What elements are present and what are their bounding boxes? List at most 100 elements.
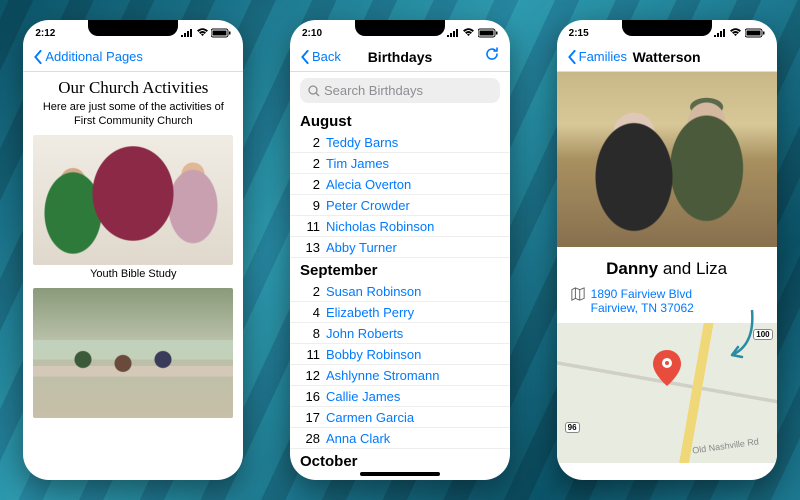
month-header: September	[290, 258, 510, 281]
wifi-icon	[729, 28, 742, 37]
birthday-row[interactable]: 16 Callie James	[290, 386, 510, 407]
birthday-name: Anna Clark	[326, 431, 390, 446]
birthday-row[interactable]: 8 John Roberts	[290, 323, 510, 344]
birthday-row[interactable]: 2Tim James	[290, 153, 510, 174]
status-indicators	[447, 28, 498, 39]
birthday-day: 16	[300, 389, 320, 404]
nav-bar: Additional Pages	[23, 42, 243, 72]
birthday-day: 11	[300, 347, 320, 362]
status-time: 2:10	[302, 28, 322, 39]
birthday-row[interactable]: 12 Ashlynne Stromann	[290, 365, 510, 386]
birthday-name: Tim James	[326, 156, 389, 171]
back-button[interactable]: Additional Pages	[33, 49, 143, 64]
phone-birthdays: 2:10 Back Birthdays Search Birthdays Aug…	[290, 20, 510, 480]
map-pin-icon	[653, 350, 681, 386]
birthday-name: Nicholas Robinson	[326, 219, 434, 234]
search-icon	[308, 85, 320, 97]
content-scroll[interactable]: Our Church Activities Here are just some…	[23, 72, 243, 480]
search-input[interactable]: Search Birthdays	[300, 78, 500, 103]
birthday-row[interactable]: 2 Susan Robinson	[290, 281, 510, 302]
status-time: 2:15	[569, 28, 589, 39]
birthday-name: John Roberts	[326, 326, 403, 341]
battery-icon	[211, 28, 231, 38]
nav-bar: Families Watterson	[557, 42, 777, 72]
notch	[88, 20, 178, 36]
status-indicators	[714, 28, 765, 39]
birthday-row[interactable]: 17 Carmen Garcia	[290, 407, 510, 428]
birthday-row[interactable]: 11 Bobby Robinson	[290, 344, 510, 365]
birthday-name: Teddy Barns	[326, 135, 398, 150]
birthday-day: 12	[300, 368, 320, 383]
phone-family-detail: 2:15 Families Watterson Danny and Liza 1…	[557, 20, 777, 480]
back-label: Families	[579, 49, 627, 64]
map-icon	[571, 287, 585, 301]
back-label: Back	[312, 49, 341, 64]
family-names: Danny and Liza	[557, 247, 777, 287]
activity-block-1: Youth Bible Study	[33, 135, 233, 280]
route-shield: 96	[565, 422, 580, 433]
birthday-day: 11	[300, 219, 320, 234]
birthday-name: Elizabeth Perry	[326, 305, 414, 320]
signal-icon	[447, 28, 459, 37]
birthday-row[interactable]: 4 Elizabeth Perry	[290, 302, 510, 323]
activity-block-2	[33, 288, 233, 418]
road-label: Old Nashville Rd	[691, 436, 759, 455]
birthday-row[interactable]: 13 Abby Turner	[290, 237, 510, 258]
birthday-day: 8	[300, 326, 320, 341]
birthday-row[interactable]: 28Anna Clark	[290, 428, 510, 449]
page-title: Our Church Activities	[23, 78, 243, 98]
chevron-left-icon	[33, 50, 43, 64]
refresh-icon	[484, 46, 500, 62]
content-scroll[interactable]: Danny and Liza 1890 Fairview Blvd Fairvi…	[557, 72, 777, 480]
refresh-button[interactable]	[484, 46, 500, 67]
battery-icon	[745, 28, 765, 38]
back-button[interactable]: Back	[300, 49, 341, 64]
home-indicator[interactable]	[360, 472, 440, 476]
birthday-day: 13	[300, 240, 320, 255]
status-time: 2:12	[35, 28, 55, 39]
image-caption: Youth Bible Study	[33, 268, 233, 280]
name-conj: and	[658, 259, 696, 278]
name-primary: Danny	[606, 259, 658, 278]
birthday-name: Susan Robinson	[326, 284, 421, 299]
notch	[355, 20, 445, 36]
birthday-name: Bobby Robinson	[326, 347, 421, 362]
month-header: October	[290, 449, 510, 472]
page-subtitle: Here are just some of the activities of …	[23, 98, 243, 135]
birthday-name: Alecia Overton	[326, 177, 411, 192]
church-dinner-image	[33, 288, 233, 418]
birthday-day: 4	[300, 305, 320, 320]
month-header: August	[290, 109, 510, 132]
birthday-row[interactable]: 9Peter Crowder	[290, 195, 510, 216]
birthday-row[interactable]: 2Teddy Barns	[290, 132, 510, 153]
search-placeholder: Search Birthdays	[324, 83, 423, 98]
birthday-name: Carmen Garcia	[326, 410, 414, 425]
family-photo	[557, 72, 777, 247]
wifi-icon	[196, 28, 209, 37]
route-shield: 100	[753, 329, 772, 340]
birthday-name: Peter Crowder	[326, 198, 410, 213]
phone-activities: 2:12 Additional Pages Our Church Activit…	[23, 20, 243, 480]
birthday-row[interactable]: 11 Nicholas Robinson	[290, 216, 510, 237]
content-scroll[interactable]: Search Birthdays August2Teddy Barns2Tim …	[290, 72, 510, 480]
birthday-name: Abby Turner	[326, 240, 397, 255]
chevron-left-icon	[300, 50, 310, 64]
address-text: 1890 Fairview Blvd Fairview, TN 37062	[591, 287, 694, 315]
birthday-name: Ashlynne Stromann	[326, 368, 439, 383]
chevron-left-icon	[567, 50, 577, 64]
birthday-row[interactable]: 2 Alecia Overton	[290, 174, 510, 195]
signal-icon	[714, 28, 726, 37]
status-indicators	[181, 28, 232, 39]
nav-title: Birthdays	[368, 49, 433, 65]
map-view[interactable]: 96 100 Old Nashville Rd	[557, 323, 777, 463]
battery-icon	[478, 28, 498, 38]
birthday-day: 2	[300, 177, 320, 192]
birthday-name: Callie James	[326, 389, 400, 404]
signal-icon	[181, 28, 193, 37]
address-line-2: Fairview, TN 37062	[591, 301, 694, 315]
address-line-1: 1890 Fairview Blvd	[591, 287, 694, 301]
nav-bar: Back Birthdays	[290, 42, 510, 72]
birthday-day: 17	[300, 410, 320, 425]
back-button[interactable]: Families	[567, 49, 627, 64]
birthday-day: 2	[300, 284, 320, 299]
